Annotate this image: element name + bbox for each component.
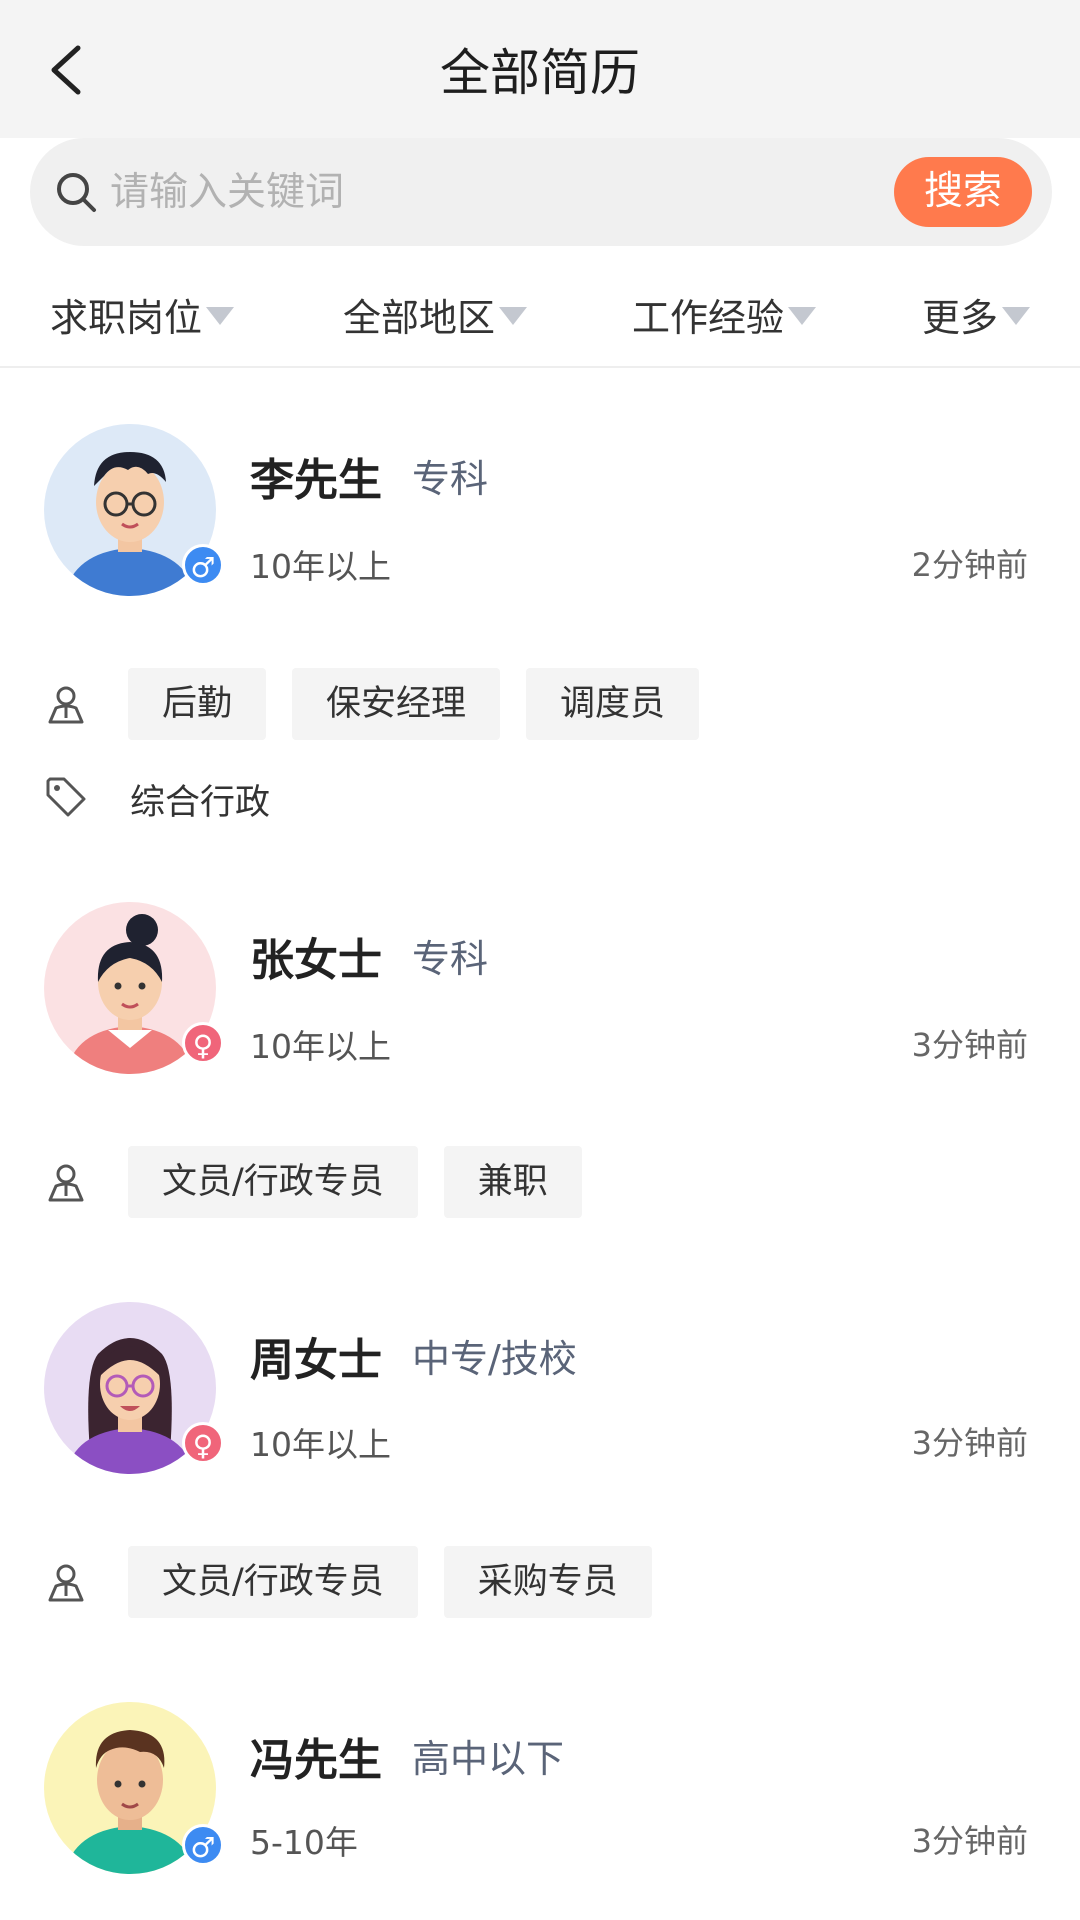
filter-label: 全部地区 <box>343 295 496 340</box>
filter-position[interactable]: 求职岗位 <box>50 284 235 344</box>
person-icon <box>48 1564 84 1602</box>
education-level: 高中以下 <box>412 1737 565 1781</box>
work-experience: 5-10年 <box>250 1823 358 1862</box>
candidate-name: 冯先生 <box>250 1735 382 1786</box>
page-title: 全部简历 <box>440 44 640 102</box>
position-tag: 文员/行政专员 <box>128 1546 418 1618</box>
resume-card[interactable]: ♂ 李先生 专科 10年以上 2分钟前 后勤 保安经理 调度员 综合行政 <box>0 420 1080 840</box>
resume-card[interactable]: ♀ 张女士 专科 10年以上 3分钟前 文员/行政专员 兼职 <box>0 900 1080 1230</box>
resume-card[interactable]: ♀ 周女士 中专/技校 10年以上 3分钟前 文员/行政专员 采购专员 <box>0 1300 1080 1630</box>
update-time: 3分钟前 <box>911 1822 1028 1860</box>
work-experience: 10年以上 <box>250 547 391 586</box>
position-tag: 调度员 <box>526 668 700 740</box>
education-level: 专科 <box>412 457 489 501</box>
filter-more[interactable]: 更多 <box>922 284 1031 344</box>
person-icon <box>48 1164 84 1202</box>
update-time: 3分钟前 <box>911 1026 1028 1064</box>
filter-experience[interactable]: 工作经验 <box>632 284 817 344</box>
resume-card[interactable]: ♂ 冯先生 高中以下 5-10年 3分钟前 <box>0 1700 1080 1920</box>
top-bar: 全部简历 <box>0 0 1080 138</box>
position-tag: 后勤 <box>128 668 267 740</box>
position-tag: 采购专员 <box>443 1546 652 1618</box>
male-gender-icon: ♂ <box>182 1824 224 1866</box>
male-gender-icon: ♂ <box>182 544 224 586</box>
position-tags: 文员/行政专员 兼职 <box>128 1146 582 1218</box>
update-time: 2分钟前 <box>911 546 1028 584</box>
filter-label: 工作经验 <box>632 295 785 340</box>
caret-down-icon <box>499 307 528 325</box>
position-tag: 兼职 <box>443 1146 582 1218</box>
caret-down-icon <box>788 307 817 325</box>
search-bar: 搜索 <box>30 138 1052 246</box>
position-tag: 保安经理 <box>292 668 501 740</box>
candidate-name: 周女士 <box>250 1335 382 1386</box>
candidate-name: 张女士 <box>250 935 382 986</box>
caret-down-icon <box>206 307 235 325</box>
search-button[interactable]: 搜索 <box>894 157 1032 227</box>
position-tags: 后勤 保安经理 调度员 <box>128 668 700 740</box>
tag-icon <box>46 777 86 817</box>
filter-label: 更多 <box>922 295 999 340</box>
search-icon <box>57 173 96 212</box>
female-gender-icon: ♀ <box>182 1022 224 1064</box>
education-level: 中专/技校 <box>412 1337 577 1381</box>
update-time: 3分钟前 <box>911 1424 1028 1462</box>
work-experience: 10年以上 <box>250 1425 391 1464</box>
filter-region[interactable]: 全部地区 <box>343 284 528 344</box>
filter-bar: 求职岗位 全部地区 工作经验 更多 <box>0 262 1080 368</box>
person-icon <box>48 686 84 724</box>
search-input[interactable] <box>110 165 810 219</box>
education-level: 专科 <box>412 937 489 981</box>
filter-label: 求职岗位 <box>50 295 203 340</box>
work-experience: 10年以上 <box>250 1027 391 1066</box>
female-gender-icon: ♀ <box>182 1422 224 1464</box>
position-tag: 文员/行政专员 <box>128 1146 418 1218</box>
candidate-name: 李先生 <box>250 455 382 506</box>
caret-down-icon <box>1002 307 1031 325</box>
position-tags: 文员/行政专员 采购专员 <box>128 1546 652 1618</box>
keyword-text: 综合行政 <box>130 783 271 823</box>
